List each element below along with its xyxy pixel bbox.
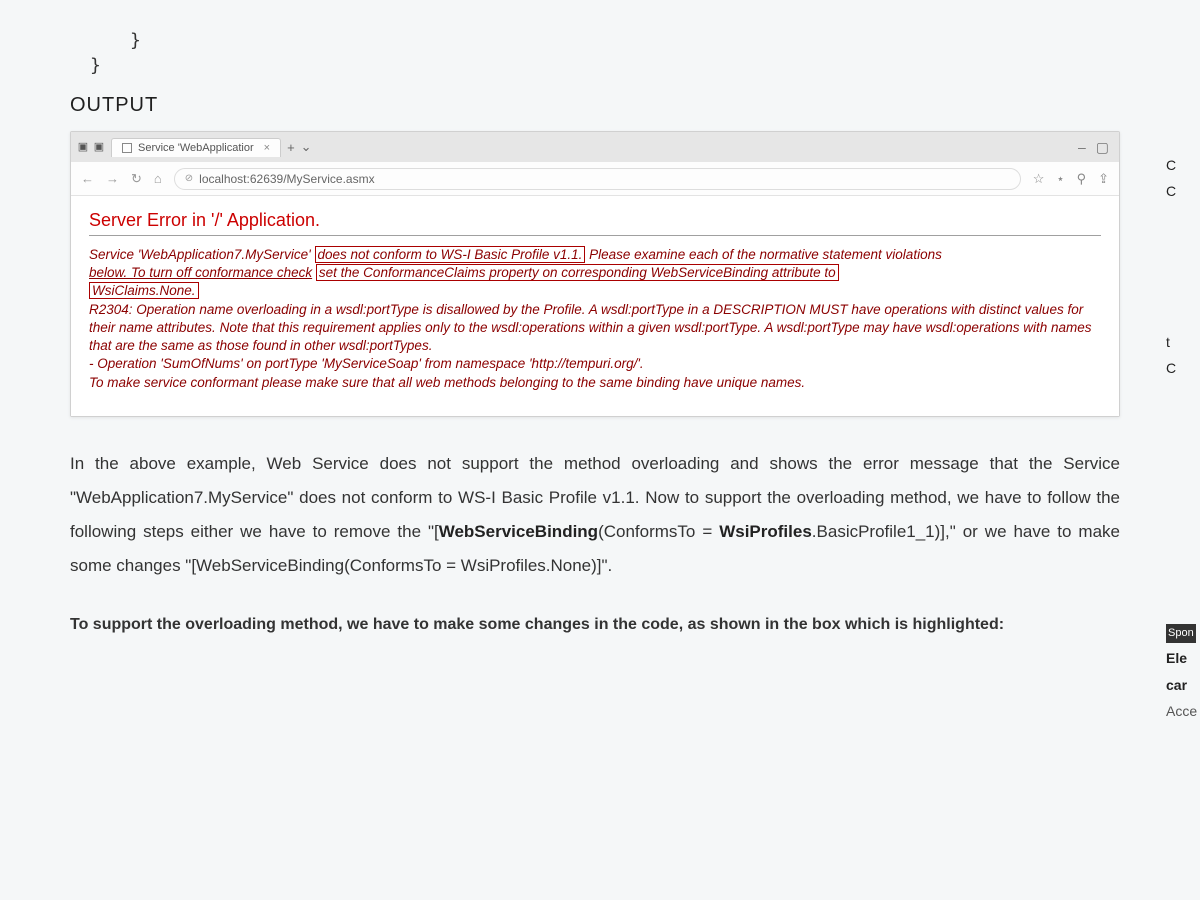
highlight-box: set the ConformanceClaims property on co… [316,264,839,281]
output-heading: OUTPUT [70,94,1200,117]
browser-tab[interactable]: Service 'WebApplicatior × [111,138,281,157]
address-bar: ← → ↻ ⌂ ⊘ localhost:62639/MyService.asmx… [71,162,1119,196]
page-icon [122,143,132,153]
brace: } [70,30,1200,51]
brace: } [70,55,1200,76]
favorites-bar-icon[interactable]: ⋆ [1056,171,1064,187]
favorite-icon[interactable]: ☆ [1033,171,1045,187]
highlight-box: does not conform to WS-I Basic Profile v… [315,246,586,263]
tab-title: Service 'WebApplicatior [138,142,254,154]
collections-icon[interactable]: ⚲ [1077,171,1087,187]
close-icon[interactable]: × [264,142,270,154]
home-icon[interactable]: ⌂ [154,171,162,186]
share-icon[interactable]: ⇪ [1098,171,1109,187]
url-text: localhost:62639/MyService.asmx [199,172,374,186]
win-icon: ▣ [93,141,105,153]
article-body: In the above example, Web Service does n… [70,447,1120,638]
highlight-box: WsiClaims.None. [89,282,199,299]
site-info-icon: ⊘ [185,173,193,184]
win-icon: ▣ [77,141,89,153]
minimize-icon[interactable]: – [1078,139,1086,156]
sidebar-fragment: C C t C Spon Ele car Acce [1166,150,1200,726]
code-snippet: } } [70,30,1200,76]
tab-strip: ▣ ▣ Service 'WebApplicatior × + ⌄ – ▢ [71,132,1119,162]
divider [89,235,1101,236]
error-page: Server Error in '/' Application. Service… [71,196,1119,416]
maximize-icon[interactable]: ▢ [1096,139,1109,156]
new-tab-button[interactable]: + [287,140,295,155]
chevron-down-icon[interactable]: ⌄ [301,139,312,155]
back-icon[interactable]: ← [81,171,94,186]
error-body: Service 'WebApplication7.MyService' does… [89,246,1101,392]
forward-icon[interactable]: → [106,171,119,186]
sponsored-label: Spon [1166,624,1196,644]
refresh-icon[interactable]: ↻ [131,171,142,187]
browser-window: ▣ ▣ Service 'WebApplicatior × + ⌄ – ▢ ← … [70,131,1120,417]
article-paragraph: In the above example, Web Service does n… [70,447,1120,583]
article-bold-paragraph: To support the overloading method, we ha… [70,611,1120,638]
error-title: Server Error in '/' Application. [89,210,1101,231]
url-field[interactable]: ⊘ localhost:62639/MyService.asmx [174,168,1021,190]
